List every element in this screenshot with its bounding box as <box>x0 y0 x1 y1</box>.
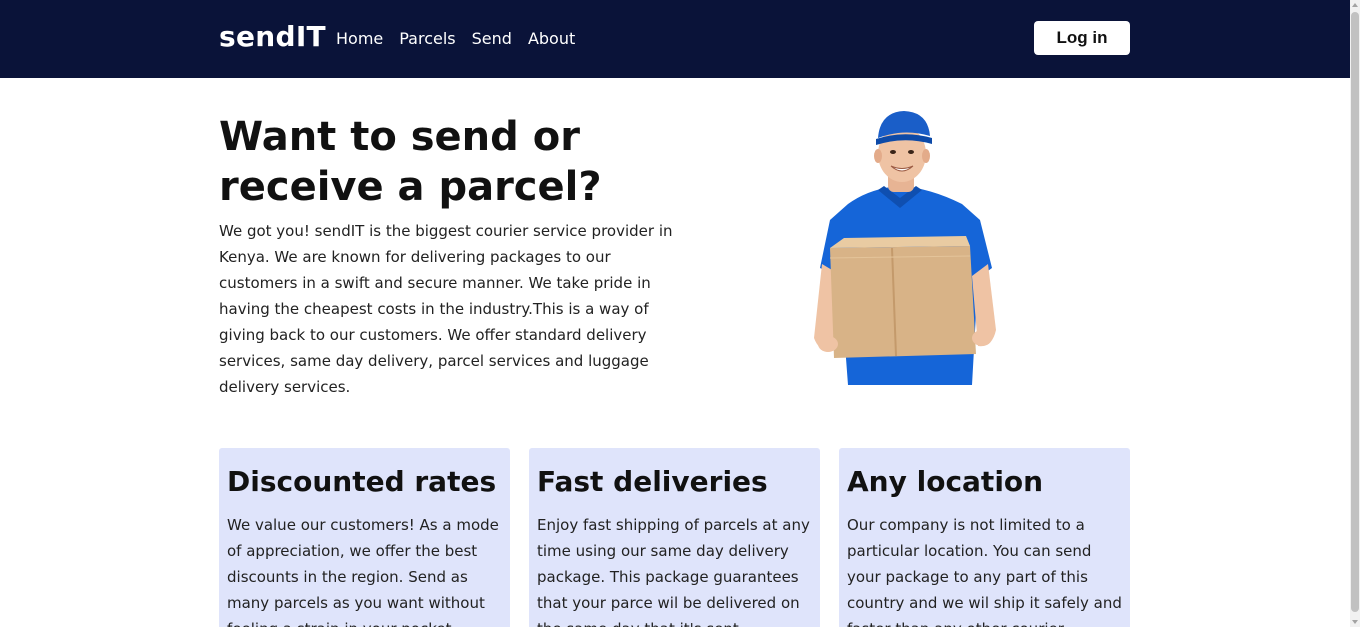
feature-title: Fast deliveries <box>537 465 768 498</box>
scrollbar-thumb[interactable] <box>1351 12 1359 612</box>
nav-link-about[interactable]: About <box>528 29 575 49</box>
navbar: sendIT Home Parcels Send About Log in <box>0 0 1350 78</box>
login-button[interactable]: Log in <box>1034 21 1130 55</box>
nav-link-send[interactable]: Send <box>472 29 512 49</box>
delivery-man-illustration <box>814 111 996 385</box>
feature-title: Any location <box>847 465 1044 498</box>
scroll-up-icon[interactable] <box>1352 3 1358 7</box>
hero-title: Want to send or receive a parcel? <box>219 112 679 212</box>
feature-title: Discounted rates <box>227 465 497 498</box>
features-section: Discounted rates We value our customers!… <box>219 448 1130 627</box>
hero-description: We got you! sendIT is the biggest courie… <box>219 222 673 396</box>
feature-card-discounted-rates: Discounted rates We value our customers!… <box>219 448 510 627</box>
feature-card-any-location: Any location Our company is not limited … <box>839 448 1130 627</box>
feature-text: Our company is not limited to a particul… <box>847 516 1122 627</box>
hero-title-line-1: Want to send or <box>219 114 580 160</box>
brand-logo[interactable]: sendIT <box>219 20 326 53</box>
hero-title-line-2: receive a parcel? <box>219 164 602 210</box>
delivery-man-image <box>800 108 1010 385</box>
page: sendIT Home Parcels Send About Log in Wa… <box>0 0 1360 627</box>
feature-text: Enjoy fast shipping of parcels at any ti… <box>537 516 810 627</box>
scrollbar[interactable] <box>1350 0 1360 627</box>
nav-link-home[interactable]: Home <box>336 29 383 49</box>
feature-card-fast-deliveries: Fast deliveries Enjoy fast shipping of p… <box>529 448 820 627</box>
scroll-down-icon[interactable] <box>1352 620 1358 624</box>
nav-links: Home Parcels Send About <box>336 29 591 49</box>
feature-text: We value our customers! As a mode of app… <box>227 516 499 627</box>
nav-link-parcels[interactable]: Parcels <box>399 29 455 49</box>
